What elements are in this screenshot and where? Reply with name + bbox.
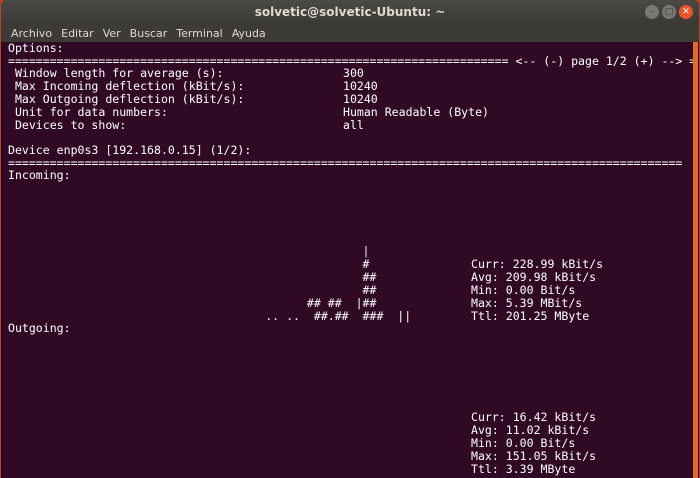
close-button[interactable]: ✕	[679, 5, 693, 19]
incoming-avg: Avg: 209.98 kBit/s	[471, 270, 597, 284]
outgoing-avg: Avg: 11.02 kBit/s	[471, 423, 590, 437]
menu-buscar[interactable]: Buscar	[126, 25, 173, 42]
incoming-graph-row: #	[8, 257, 370, 271]
scrollbar[interactable]	[693, 42, 698, 478]
menu-ayuda[interactable]: Ayuda	[228, 25, 271, 42]
option-label: Max Incoming deflection (kBit/s):	[8, 79, 245, 93]
option-value: 300	[343, 66, 364, 80]
option-label: Max Outgoing deflection (kBit/s):	[8, 92, 245, 106]
menu-archivo[interactable]: Archivo	[7, 25, 57, 42]
menu-editar[interactable]: Editar	[57, 25, 99, 42]
outgoing-min: Min: 0.00 Bit/s	[471, 436, 576, 450]
menu-ver[interactable]: Ver	[99, 25, 126, 42]
outgoing-ttl: Ttl: 3.39 MByte	[471, 462, 576, 476]
incoming-max: Max: 5.39 MBit/s	[471, 296, 583, 310]
menu-terminal[interactable]: Terminal	[172, 25, 228, 42]
incoming-ttl: Ttl: 201.25 MByte	[471, 309, 590, 323]
maximize-button[interactable]: □	[662, 5, 676, 19]
option-label: Window length for average (s):	[8, 66, 224, 80]
outgoing-max: Max: 151.05 kBit/s	[471, 449, 597, 463]
terminal-output[interactable]: Options: ===============================…	[1, 41, 696, 478]
incoming-graph-row: |	[8, 244, 370, 258]
options-heading: Options:	[8, 41, 64, 55]
option-label: Unit for data numbers:	[8, 105, 168, 119]
separator: ========================================…	[8, 156, 683, 170]
option-value: Human Readable (Byte)	[343, 105, 489, 119]
terminal-window: solvetic@solvetic-Ubuntu: ~ – □ ✕ Archiv…	[1, 0, 699, 478]
menu-bar: Archivo Editar Ver Buscar Terminal Ayuda	[1, 25, 699, 42]
option-label: Devices to show:	[8, 118, 127, 132]
incoming-graph-row: ## ## |##	[8, 296, 377, 310]
window-title: solvetic@solvetic-Ubuntu: ~	[254, 5, 446, 19]
option-value: 10240	[343, 79, 378, 93]
incoming-min: Min: 0.00 Bit/s	[471, 283, 576, 297]
title-bar[interactable]: solvetic@solvetic-Ubuntu: ~ – □ ✕	[1, 0, 699, 25]
incoming-label: Incoming:	[8, 168, 71, 182]
option-value: 10240	[343, 92, 378, 106]
incoming-curr: Curr: 228.99 kBit/s	[471, 257, 604, 271]
minimize-button[interactable]: –	[645, 5, 659, 19]
option-value: all	[343, 118, 364, 132]
device-line: Device enp0s3 [192.168.0.15] (1/2):	[8, 143, 252, 157]
incoming-graph-row: ##	[8, 283, 377, 297]
outgoing-label: Outgoing:	[8, 321, 71, 335]
outgoing-curr: Curr: 16.42 kBit/s	[471, 410, 597, 424]
incoming-graph-row: ##	[8, 270, 377, 284]
